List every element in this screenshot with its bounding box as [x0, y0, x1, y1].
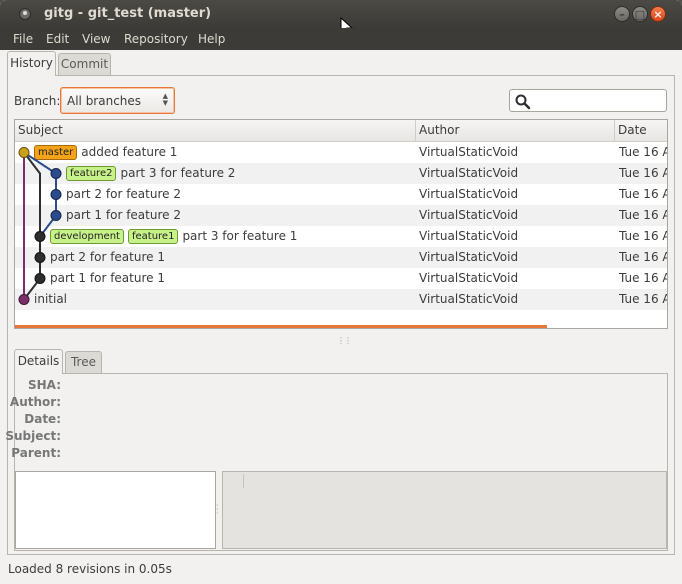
subject-label: Subject:: [5, 429, 61, 443]
table-row[interactable]: part 1 for feature 1 VirtualStaticVoid Tue…: [15, 268, 667, 289]
author-cell: VirtualStaticVoid: [419, 292, 519, 306]
sha-label: SHA:: [28, 378, 61, 392]
author-cell: VirtualStaticVoid: [419, 271, 519, 285]
commit-graph: [18, 147, 62, 305]
date-label: Date:: [24, 412, 61, 426]
table-row[interactable]: development feature1 part 3 for feature 1 V…: [15, 226, 667, 247]
tab-details[interactable]: Details: [14, 349, 63, 374]
column-date[interactable]: Date: [615, 120, 667, 142]
subject-cell: master added feature 1: [34, 142, 415, 163]
tab-tree[interactable]: Tree: [65, 351, 102, 373]
menu-help[interactable]: Help: [198, 32, 225, 46]
table-row[interactable]: part 2 for feature 1 VirtualStaticVoid Tue…: [15, 247, 667, 268]
author-cell: VirtualStaticVoid: [419, 187, 519, 201]
commit-subject: part 3 for feature 2: [120, 166, 236, 180]
menu-file[interactable]: File: [13, 32, 33, 46]
table-row[interactable]: initial VirtualStaticVoid Tue 16 A: [15, 289, 667, 310]
menu-view[interactable]: View: [82, 32, 110, 46]
close-button[interactable]: ×: [650, 6, 666, 22]
tab-history[interactable]: History: [7, 51, 56, 76]
author-label: Author:: [9, 395, 61, 409]
author-cell: VirtualStaticVoid: [419, 166, 519, 180]
branch-tag: feature1: [127, 229, 179, 244]
loading-progress-bar: [15, 325, 547, 328]
date-cell: Tue 16 A: [619, 187, 667, 201]
date-cell: Tue 16 A: [619, 229, 667, 243]
branch-select[interactable]: All branches ▲ ▼: [60, 87, 175, 114]
menu-bar: File Edit View Repository Help: [0, 28, 682, 50]
minimize-button[interactable]: –: [614, 6, 630, 22]
author-cell: VirtualStaticVoid: [419, 250, 519, 264]
branch-select-value: All branches: [67, 94, 142, 108]
commit-subject: added feature 1: [81, 145, 178, 159]
parent-label: Parent:: [11, 446, 61, 460]
table-row[interactable]: part 2 for feature 2 VirtualStaticVoid Tue…: [15, 184, 667, 205]
column-subject[interactable]: Subject: [15, 120, 416, 142]
date-cell: Tue 16 A: [619, 145, 667, 159]
author-cell: VirtualStaticVoid: [419, 229, 519, 243]
subject-cell: part 2 for feature 2: [66, 184, 415, 205]
diff-view[interactable]: [222, 471, 667, 549]
commit-subject: part 1 for feature 2: [66, 208, 181, 222]
table-header: Subject Author Date: [15, 120, 667, 142]
date-cell: Tue 16 A: [619, 208, 667, 222]
app-menu-icon[interactable]: [19, 8, 31, 20]
search-icon: [515, 94, 531, 110]
status-bar: Loaded 8 revisions in 0.05s: [8, 562, 172, 576]
date-cell: Tue 16 A: [619, 250, 667, 264]
subject-cell: initial: [34, 289, 415, 310]
history-table[interactable]: Subject Author Date master added feature …: [14, 119, 668, 329]
combo-arrows-icon: ▲ ▼: [162, 92, 168, 107]
subject-cell: part 1 for feature 2: [66, 205, 415, 226]
subject-cell: feature2 part 3 for feature 2: [66, 163, 415, 184]
date-cell: Tue 16 A: [619, 292, 667, 306]
subject-cell: development feature1 part 3 for feature 1: [50, 226, 415, 247]
menu-repository[interactable]: Repository: [124, 32, 188, 46]
title-bar[interactable]: gitg - git_test (master) – □ ×: [0, 0, 682, 37]
tab-commit[interactable]: Commit: [58, 53, 111, 75]
table-row[interactable]: part 1 for feature 2 VirtualStaticVoid Tue…: [15, 205, 667, 226]
search-input[interactable]: [509, 89, 667, 112]
table-row[interactable]: feature2 part 3 for feature 2 VirtualStati…: [15, 163, 667, 184]
date-cell: Tue 16 A: [619, 166, 667, 180]
author-cell: VirtualStaticVoid: [419, 208, 519, 222]
maximize-button[interactable]: □: [632, 6, 648, 22]
subject-cell: part 1 for feature 1: [50, 268, 415, 289]
branch-label: Branch:: [14, 94, 61, 108]
commit-subject: part 2 for feature 2: [66, 187, 181, 201]
column-author[interactable]: Author: [416, 120, 615, 142]
window-title: gitg - git_test (master): [44, 6, 212, 21]
subject-cell: part 2 for feature 1: [50, 247, 415, 268]
changed-files-list[interactable]: [15, 471, 216, 549]
gitg-window: gitg - git_test (master) – □ × File Edit…: [0, 0, 682, 584]
author-cell: VirtualStaticVoid: [419, 145, 519, 159]
pane-splitter-handle[interactable]: ⋮⋮: [337, 336, 352, 345]
commit-subject: part 3 for feature 1: [182, 229, 298, 243]
date-cell: Tue 16 A: [619, 271, 667, 285]
vertical-splitter-handle[interactable]: · · ·: [216, 502, 219, 518]
menu-edit[interactable]: Edit: [46, 32, 69, 46]
table-row[interactable]: master added feature 1 VirtualStaticVoid Tu…: [15, 142, 667, 163]
